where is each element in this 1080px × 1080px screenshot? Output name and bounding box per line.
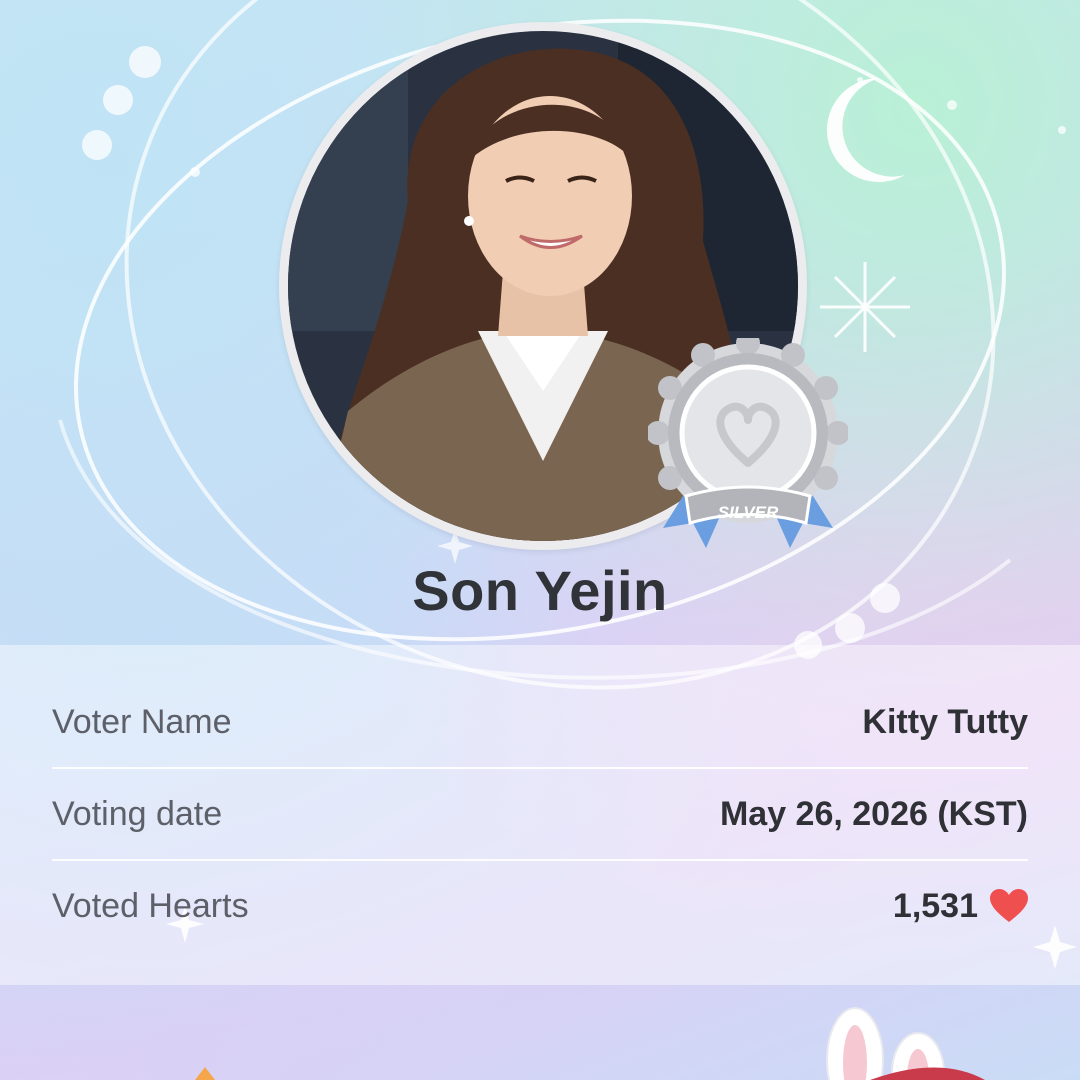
voted-hearts-value: 1,531 — [892, 886, 978, 925]
vote-info-card: Voter Name Kitty Tutty Voting date May 2… — [0, 645, 1080, 985]
voter-name-value: Kitty Tutty — [862, 702, 1028, 741]
voting-date-value: May 26, 2026 (KST) — [719, 794, 1028, 833]
voted-hearts-row: Voted Hearts 1,531 — [52, 860, 1028, 952]
voted-hearts-label: Voted Hearts — [52, 886, 249, 925]
voter-name-label: Voter Name — [52, 702, 232, 741]
moon-icon — [826, 77, 905, 182]
bunny-decoration — [195, 1007, 985, 1080]
voter-name-row: Voter Name Kitty Tutty — [52, 676, 1028, 768]
voting-date-row: Voting date May 26, 2026 (KST) — [52, 768, 1028, 860]
voting-date-label: Voting date — [52, 794, 223, 833]
heart-icon — [990, 889, 1028, 922]
silver-rank-badge: SILVER — [646, 331, 850, 563]
badge-label: SILVER — [718, 503, 779, 522]
voted-hearts-value-group: 1,531 — [893, 887, 1028, 926]
celebrity-name: Son Yejin — [412, 559, 668, 622]
